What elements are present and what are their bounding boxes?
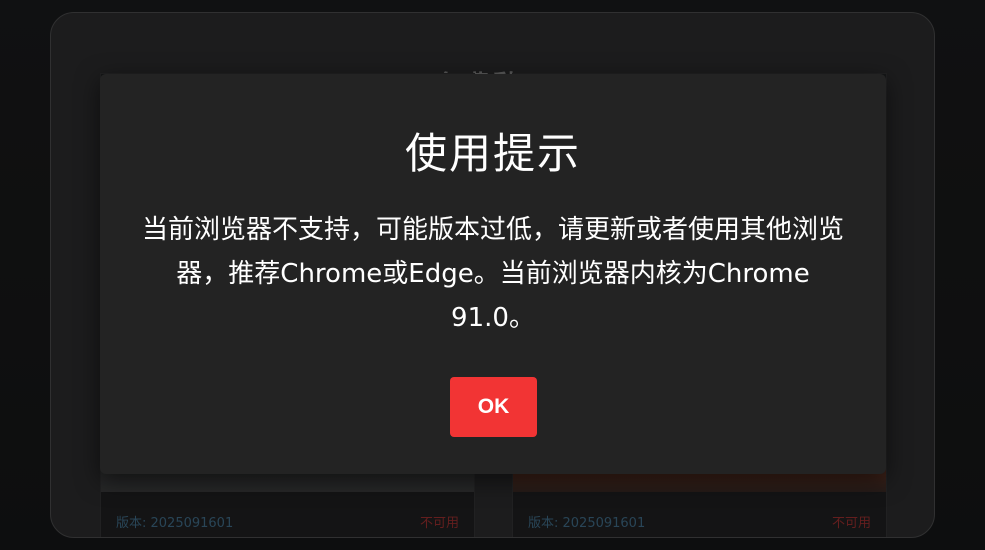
dialog-title: 使用提示 <box>404 129 581 178</box>
dialog-message: 当前浏览器不支持，可能版本过低，请更新或者使用其他浏览器，推荐Chrome或Ed… <box>141 215 844 333</box>
usage-tip-dialog: 使用提示 当前浏览器不支持，可能版本过低，请更新或者使用其他浏览器，推荐Chro… <box>100 74 886 474</box>
ok-button[interactable]: OK <box>450 377 537 437</box>
